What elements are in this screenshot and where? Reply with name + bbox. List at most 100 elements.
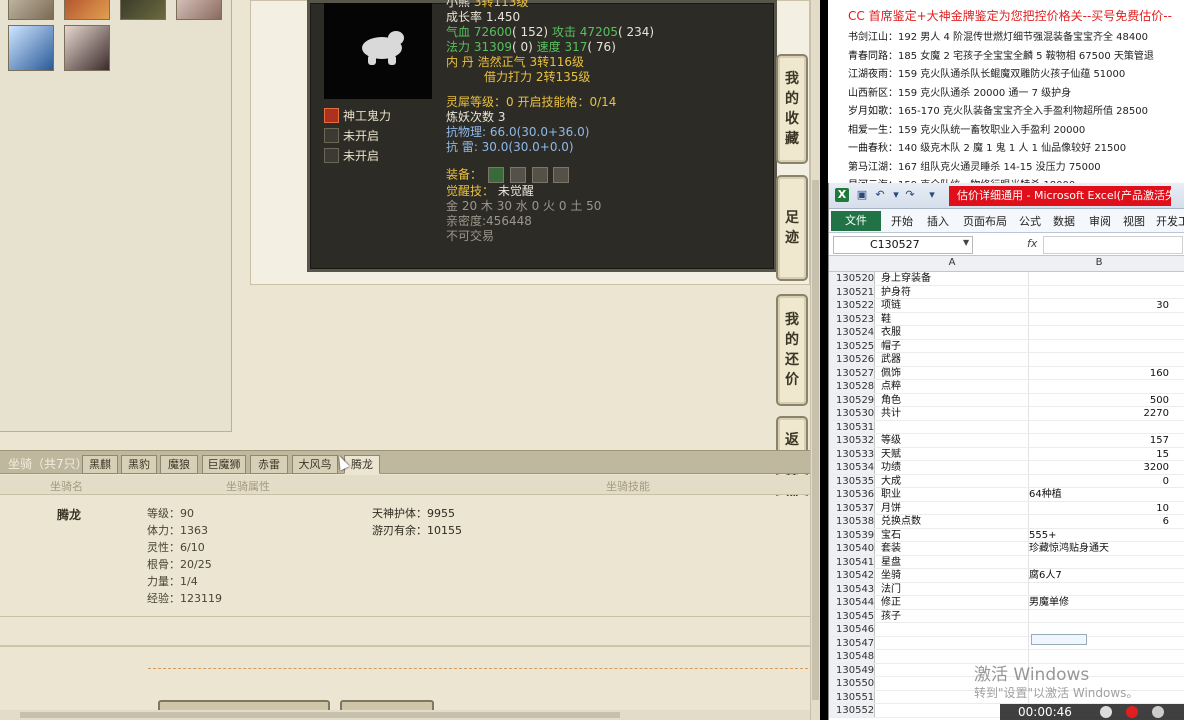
cell-a[interactable]: 孩子 — [881, 610, 1029, 624]
row-header[interactable]: 130541 — [829, 555, 875, 568]
avatar-thumb-3[interactable] — [120, 0, 166, 20]
row-header[interactable]: 130522 — [829, 299, 875, 312]
row-header[interactable]: 130525 — [829, 339, 875, 352]
name-box[interactable]: C130527 — [833, 236, 973, 254]
row-header[interactable]: 130529 — [829, 393, 875, 406]
row-header[interactable]: 130538 — [829, 515, 875, 528]
cell-b[interactable]: 3200 — [1029, 461, 1169, 475]
scrollbar-thumb[interactable] — [812, 180, 819, 700]
cell-a[interactable]: 功绩 — [881, 461, 1029, 475]
row-header[interactable]: 130523 — [829, 312, 875, 325]
row-header[interactable]: 130549 — [829, 663, 875, 676]
ribbon-tab-home[interactable]: 开始 — [891, 213, 913, 229]
row-header[interactable]: 130526 — [829, 353, 875, 366]
cell-a[interactable]: 等级 — [881, 434, 1029, 448]
column-header-b[interactable]: B — [1029, 257, 1169, 268]
row-header[interactable]: 130530 — [829, 407, 875, 420]
footprint-tab[interactable]: 足迹 — [776, 175, 808, 281]
cell-a[interactable]: 天赋 — [881, 448, 1029, 462]
save-icon[interactable]: ▣ — [855, 188, 869, 202]
cell-a[interactable]: 坐骑 — [881, 569, 1029, 583]
row-header[interactable]: 130532 — [829, 434, 875, 447]
cell-a[interactable]: 衣服 — [881, 326, 1029, 340]
ribbon-tab-page-layout[interactable]: 页面布局 — [963, 213, 1007, 229]
avatar-thumb-4[interactable] — [176, 0, 222, 20]
row-header[interactable]: 130544 — [829, 596, 875, 609]
cell-a[interactable]: 星盘 — [881, 556, 1029, 570]
row-header[interactable]: 130535 — [829, 474, 875, 487]
cell-a[interactable]: 帽子 — [881, 340, 1029, 354]
my-favorites-tab[interactable]: 我的收藏 — [776, 54, 808, 164]
spreadsheet-grid[interactable]: 130520 身上穿装备 130521 护身符 130522 项链 30 130523 鞋 130… — [829, 272, 1184, 720]
row-header[interactable]: 130520 — [829, 272, 875, 285]
cell-a[interactable]: 套装 — [881, 542, 1029, 556]
cell-a[interactable]: 修正 — [881, 596, 1029, 610]
cell-b[interactable]: 157 — [1029, 434, 1169, 448]
cell-a[interactable]: 角色 — [881, 394, 1029, 408]
cell-b[interactable]: 2270 — [1029, 407, 1169, 421]
row-header[interactable]: 130536 — [829, 488, 875, 501]
cell-a[interactable]: 点粹 — [881, 380, 1029, 394]
mount-tab-1[interactable]: 黑麒 — [82, 455, 118, 474]
paste-options-icon[interactable] — [1031, 634, 1087, 645]
mount-tab-7[interactable]: 腾龙 — [344, 455, 380, 474]
row-header[interactable]: 130546 — [829, 623, 875, 636]
cell-a[interactable]: 共计 — [881, 407, 1029, 421]
mount-tab-6[interactable]: 大风鸟 — [292, 455, 338, 474]
equip-slot-icon[interactable] — [487, 167, 504, 183]
cell-b[interactable]: 15 — [1029, 448, 1169, 462]
record-stop-icon[interactable] — [1126, 706, 1138, 718]
cell-b[interactable]: 6 — [1029, 515, 1169, 529]
pet-skill-2[interactable]: 未开启 — [324, 127, 379, 144]
mount-tab-5[interactable]: 赤雷 — [250, 455, 288, 474]
row-header[interactable]: 130550 — [829, 677, 875, 690]
ribbon-tab-view[interactable]: 视图 — [1123, 213, 1145, 229]
avatar-thumb-2[interactable] — [64, 0, 110, 20]
insert-function-icon[interactable]: fx — [1027, 237, 1037, 250]
pet-skill-3[interactable]: 未开启 — [324, 147, 379, 164]
equip-slot-icon[interactable] — [509, 167, 526, 183]
row-header[interactable]: 130524 — [829, 326, 875, 339]
cell-a[interactable]: 武器 — [881, 353, 1029, 367]
cell-a[interactable]: 职业 — [881, 488, 1029, 502]
ribbon-tab-formulas[interactable]: 公式 — [1019, 213, 1041, 229]
column-header-a[interactable]: A — [875, 257, 1029, 268]
cell-b[interactable]: 500 — [1029, 394, 1169, 408]
vertical-scrollbar[interactable] — [810, 0, 820, 720]
scrollbar-thumb[interactable] — [20, 712, 620, 718]
cell-b[interactable]: 珍藏惊鸿贴身通天 — [1029, 542, 1169, 556]
row-header[interactable]: 130528 — [829, 380, 875, 393]
ribbon-tab-developer[interactable]: 开发工 — [1156, 213, 1184, 229]
ribbon-tab-file[interactable]: 文件 — [831, 211, 881, 231]
avatar-thumb-5[interactable] — [8, 25, 54, 71]
cell-b[interactable]: 0 — [1029, 475, 1169, 489]
redo-icon[interactable]: ↷ — [903, 188, 917, 202]
pet-skill-1[interactable]: 神工鬼力 — [324, 107, 391, 124]
my-offers-tab[interactable]: 我的还价 — [776, 294, 808, 406]
mount-tab-4[interactable]: 巨魔狮 — [202, 455, 246, 474]
horizontal-scrollbar[interactable] — [0, 710, 810, 720]
cell-a[interactable]: 护身符 — [881, 286, 1029, 300]
customize-toolbar-icon[interactable]: ▾ — [925, 188, 939, 202]
row-header[interactable]: 130551 — [829, 690, 875, 703]
cell-b[interactable]: 30 — [1029, 299, 1169, 313]
undo-icon[interactable]: ↶ — [873, 188, 887, 202]
row-header[interactable]: 130533 — [829, 447, 875, 460]
cell-a[interactable]: 大成 — [881, 475, 1029, 489]
chevron-down-icon[interactable]: ▼ — [963, 238, 969, 247]
row-header[interactable]: 130540 — [829, 542, 875, 555]
row-header[interactable]: 130537 — [829, 501, 875, 514]
pause-icon[interactable] — [1100, 706, 1112, 718]
avatar-thumb-6[interactable] — [64, 25, 110, 71]
cell-b[interactable]: 腐6人7 — [1029, 569, 1169, 583]
dropdown-icon[interactable]: ▾ — [889, 188, 903, 202]
cell-a[interactable]: 兑换点数 — [881, 515, 1029, 529]
cell-b[interactable]: 64种植 — [1029, 488, 1169, 502]
cell-b[interactable]: 10 — [1029, 502, 1169, 516]
cell-b[interactable]: 160 — [1029, 367, 1169, 381]
row-header[interactable]: 130547 — [829, 636, 875, 649]
cell-a[interactable]: 宝石 — [881, 529, 1029, 543]
cell-b[interactable]: 男魔单修 — [1029, 596, 1169, 610]
row-header[interactable]: 130548 — [829, 650, 875, 663]
cell-a[interactable]: 鞋 — [881, 313, 1029, 327]
